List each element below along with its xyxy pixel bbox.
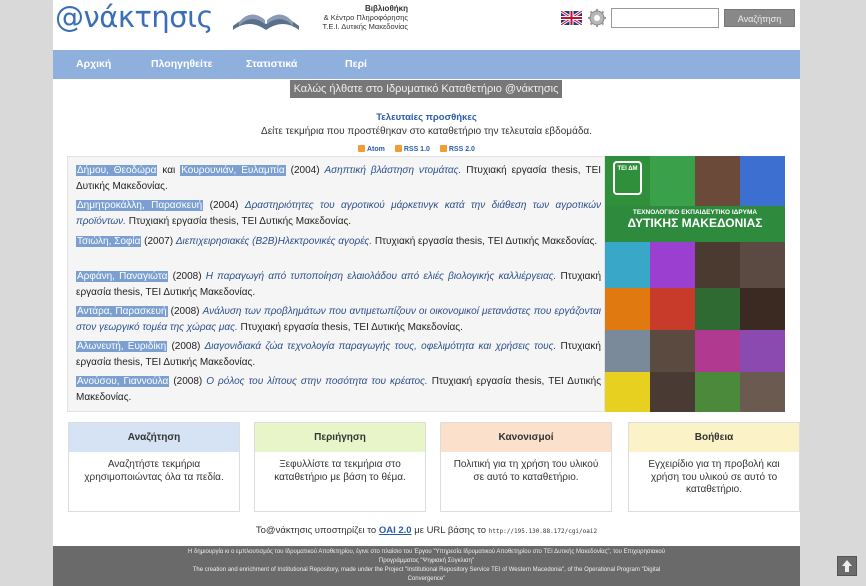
collage-tile — [695, 372, 740, 412]
collage-photo — [740, 372, 785, 412]
collage-photo — [695, 242, 740, 288]
author-link[interactable]: Αντάρα, Παρασκευή — [76, 306, 168, 317]
scroll-to-top-button[interactable] — [837, 556, 857, 576]
list-item: Αλωνευτή, Ευριδίκη (2008) Διαγονιδιακά ζ… — [76, 341, 601, 368]
nav-browse[interactable]: Πλοηγηθείτε — [151, 50, 213, 79]
collage-photo — [740, 242, 785, 288]
collage-photo — [650, 372, 695, 412]
feed-icon — [394, 145, 402, 152]
collage-tile — [605, 372, 650, 412]
collage-tile — [740, 330, 785, 372]
oai-link[interactable]: OAI 2.0 — [379, 525, 412, 536]
gear-icon[interactable] — [587, 8, 607, 28]
item-title-link[interactable]: Διεπιχειρησιακές (B2B)Ηλεκτρονικές αγορέ… — [176, 236, 372, 247]
list-item: Δημητροκάλλη, Παρασκευή (2004) Δραστηριό… — [76, 200, 602, 227]
collage-tile — [695, 330, 740, 372]
item-title-link[interactable]: Ασηπτική βλάστηση ντομάτας. — [324, 165, 461, 176]
search-box-card[interactable]: Αναζήτηση Αναζητήστε τεκμήρια χρησιμοποι… — [68, 422, 240, 512]
photo-collage: ΤΕΙ ΔΜ ΤΕΧΝΟΛΟΓΙΚΟ ΕΚΠΑΙΔΕΥΤΙΚΟ ΙΔΡΥΜΑ Δ… — [605, 156, 785, 412]
recent-items-list: Δήμου, Θεοδώρα και Κουρουνιάν, Ευλαμπία … — [67, 156, 605, 412]
arrow-up-icon — [842, 560, 852, 572]
author-link[interactable]: Ανούσου, Γιαννούλα — [76, 376, 170, 387]
collage-photo — [650, 330, 695, 372]
book-logo-icon — [233, 14, 299, 30]
list-item: Τσιώλη, Σοφία (2007) Διεπιχειρησιακές (B… — [76, 236, 598, 247]
policies-box-card[interactable]: Κανονισμοί Πολιτική για τη χρήση του υλι… — [440, 422, 612, 512]
item-title-link[interactable]: Ο ρόλος του λίπους στην ποσότητα του κρέ… — [206, 376, 427, 387]
nav-home[interactable]: Αρχική — [76, 50, 111, 79]
list-item: Ανούσου, Γιαννούλα (2008) Ο ρόλος του λί… — [76, 376, 602, 403]
author-link[interactable]: Αλωνευτή, Ευριδίκη — [76, 341, 168, 352]
item-title-link[interactable]: Η παραγωγή από τυποποίηση ελαιολάδου από… — [206, 271, 557, 282]
help-box-card[interactable]: Βοήθεια Εγχειρίδιο για τη προβολή και χρ… — [628, 422, 800, 512]
main-nav: Αρχική Πλοηγηθείτε Στατιστικά Περί — [53, 50, 800, 79]
author-link[interactable]: Δημητροκάλλη, Παρασκευή — [76, 200, 204, 211]
author-link[interactable]: Τσιώλη, Σοφία — [76, 236, 142, 247]
author-link[interactable]: Κουρουνιάν, Ευλαμπία — [180, 165, 286, 176]
atom-feed-link[interactable]: Atom — [358, 145, 385, 153]
feed-icon — [358, 145, 365, 152]
footer: Η δημιουργία κι ο εμπλουτισμός του Ιδρυμ… — [53, 546, 800, 586]
item-title-link[interactable]: Διαγονιδιακά ζώα τεχνολογία παραγωγής το… — [205, 341, 557, 352]
recent-additions-subtitle: Δείτε τεκμήρια που προστέθηκαν στο καταθ… — [261, 126, 592, 137]
recent-additions-title[interactable]: Τελευταίες προσθήκες — [53, 112, 800, 123]
collage-photo — [695, 156, 740, 206]
author-link[interactable]: Αρφάνη, Παναγιώτα — [76, 271, 169, 282]
collage-tile — [650, 288, 695, 330]
institution-banner: ΤΕΧΝΟΛΟΓΙΚΟ ΕΚΠΑΙΔΕΥΤΙΚΟ ΙΔΡΥΜΑ ΔΥΤΙΚΗΣ … — [605, 206, 785, 242]
oai-base-url: http://195.130.88.172/cgi/oai2 — [488, 528, 598, 535]
collage-photo — [605, 330, 650, 372]
search-input[interactable] — [611, 8, 719, 28]
list-item: Αντάρα, Παρασκευή (2008) Ανάλυση των προ… — [76, 306, 601, 333]
collage-tile — [605, 242, 650, 288]
rss2-feed-link[interactable]: RSS 2.0 — [439, 145, 475, 153]
page: @νάκτησις Βιβλιοθήκη & Κέντρο Πληροφόρησ… — [53, 0, 800, 586]
collage-tile — [650, 156, 695, 206]
collage-photo — [740, 288, 785, 330]
feed-icon — [439, 145, 447, 152]
site-logo[interactable]: @νάκτησις — [55, 0, 213, 34]
collage-tile — [740, 156, 785, 206]
library-name: Βιβλιοθήκη & Κέντρο Πληροφόρησης Τ.Ε.Ι. … — [322, 4, 408, 31]
tei-badge: ΤΕΙ ΔΜ — [605, 156, 650, 206]
oai-info: Το@νάκτησις υποστηρίζει το OAI 2.0 με UR… — [255, 525, 598, 536]
list-item: Αρφάνη, Παναγιώτα (2008) Η παραγωγή από … — [76, 271, 602, 298]
feed-links: Atom RSS 1.0 RSS 2.0 — [358, 145, 483, 153]
nav-about[interactable]: Περί — [345, 50, 367, 79]
collage-tile — [605, 288, 650, 330]
collage-tile — [650, 242, 695, 288]
rss1-feed-link[interactable]: RSS 1.0 — [394, 145, 430, 153]
nav-statistics[interactable]: Στατιστικά — [246, 50, 297, 79]
list-item: Δήμου, Θεοδώρα και Κουρουνιάν, Ευλαμπία … — [76, 165, 602, 192]
collage-photo — [695, 288, 740, 330]
english-language-icon[interactable] — [561, 11, 582, 25]
welcome-banner: Καλώς ήλθατε στο Ιδρυματικό Καταθετήριο … — [290, 80, 562, 98]
browse-box-card[interactable]: Περιήγηση Ξεφυλλίστε τα τεκμήρια στο κατ… — [254, 422, 426, 512]
author-link[interactable]: Δήμου, Θεοδώρα — [76, 165, 158, 176]
search-button[interactable]: Αναζήτηση — [724, 9, 795, 27]
